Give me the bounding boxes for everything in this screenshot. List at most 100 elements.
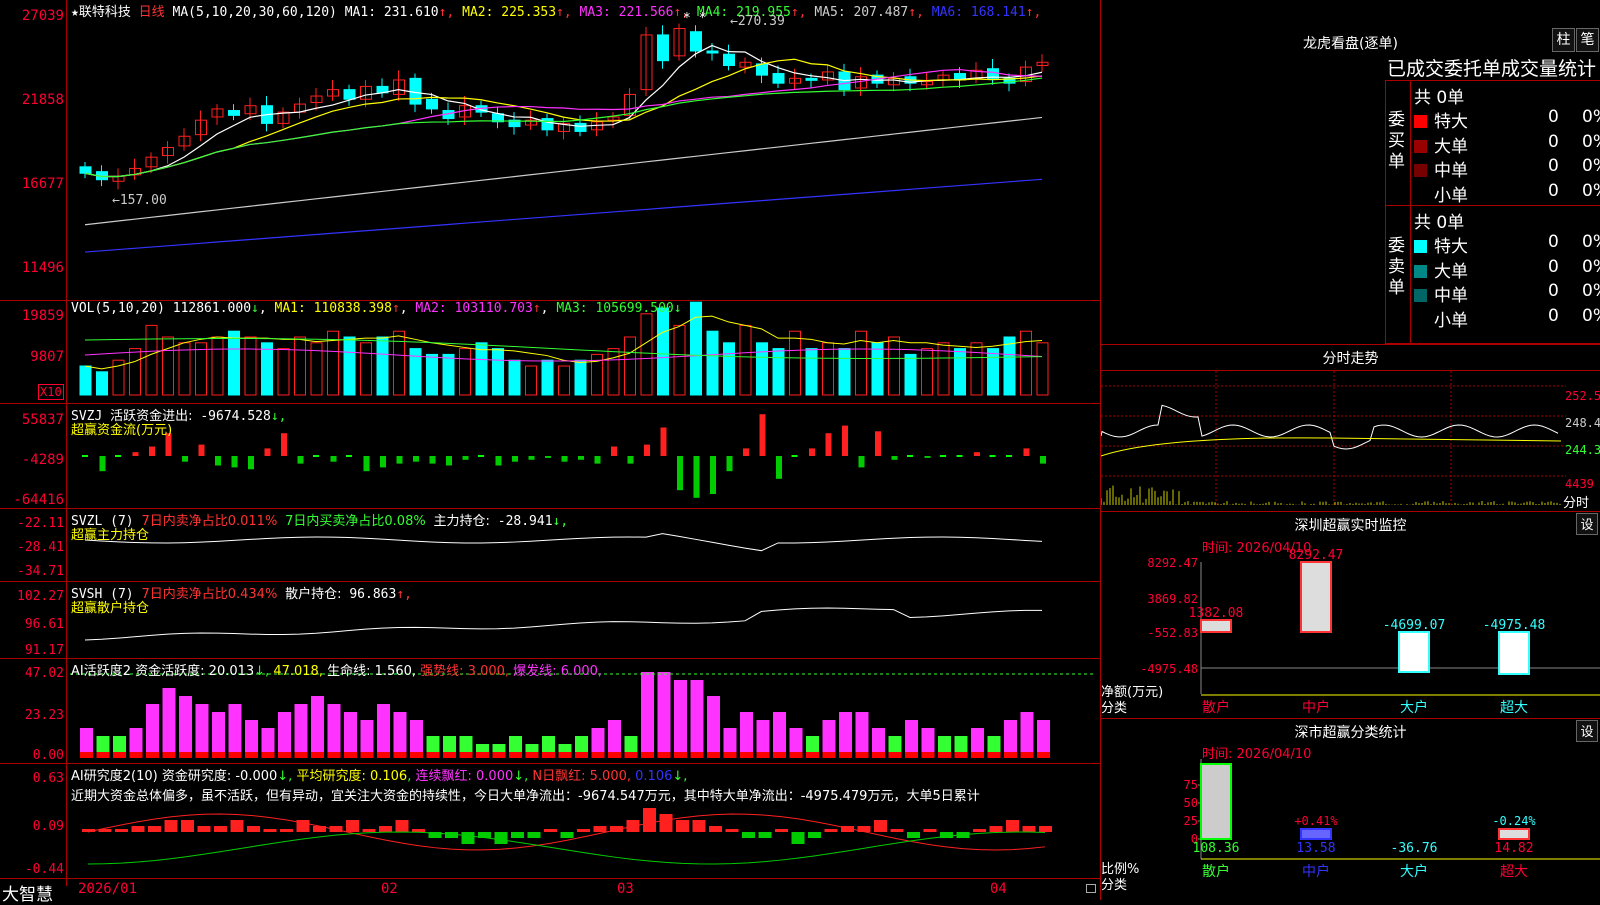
ai2-info: AI研究度2(10) 资金研究度: -0.000↓, 平均研究度: 0.106,… <box>71 765 687 784</box>
svzj-bar <box>149 447 155 457</box>
ai-activity-base <box>905 752 918 758</box>
volume-bar <box>526 366 537 395</box>
ai-activity-bar <box>295 704 308 752</box>
bar-view-button[interactable]: 柱 <box>1552 28 1575 52</box>
svzl-y-label: -22.11 <box>0 516 64 531</box>
kline-y-label: 21858 <box>0 92 64 108</box>
volume-bar <box>707 331 718 395</box>
order-row: 中单 0 0% <box>1414 156 1600 181</box>
ai-activity-base <box>311 752 324 758</box>
vol-info: VOL(5,10,20) 112861.000↓, MA1: 110838.39… <box>71 301 682 316</box>
ai-activity-base <box>790 752 803 758</box>
svzj-bar <box>298 456 304 464</box>
ai-research-bar <box>231 820 244 832</box>
high-marker: * * <box>683 11 706 26</box>
ma-value: MA3: 221.566↑, <box>572 5 689 20</box>
lhb-left-border <box>1385 80 1386 343</box>
order-type: 中单 <box>1434 286 1468 306</box>
ai-research-bar <box>1006 820 1019 832</box>
svzj-bar <box>478 455 484 457</box>
ai-activity-bar <box>377 704 390 752</box>
ma-value: MA5: 207.487↑, <box>807 5 924 20</box>
volume-bar <box>740 325 751 395</box>
kline-y-label: 27039 <box>0 8 64 24</box>
sell-total: 共 0单 <box>1414 208 1464 233</box>
ai-research-bar <box>264 829 277 832</box>
ai-activity-base <box>839 752 852 758</box>
ai-activity-base <box>394 752 407 758</box>
ai-activity-base <box>526 752 539 758</box>
brand-logo: 大智慧 <box>2 880 53 905</box>
ai-activity-base <box>559 752 572 758</box>
ai-activity-base <box>163 752 176 758</box>
ai-research-bar <box>874 820 887 832</box>
svzj-bar <box>907 455 913 457</box>
svzj-bar <box>100 456 106 471</box>
ai-research-bar <box>742 832 755 838</box>
volume-bar <box>641 314 652 395</box>
legend-swatch <box>1414 115 1427 128</box>
ai-activity-base <box>1004 752 1017 758</box>
svzj-bar <box>809 448 815 456</box>
svzj-bar <box>760 414 766 456</box>
order-type: 小单 <box>1434 186 1468 206</box>
lhb-tabs[interactable]: 已成交委托单成交量统计 <box>1387 54 1600 81</box>
ai-activity-bar <box>80 728 93 752</box>
order-type: 大单 <box>1434 137 1468 157</box>
ai-activity-base <box>344 752 357 758</box>
ai-activity-bar <box>460 736 473 752</box>
svzj-bar <box>727 456 733 471</box>
ai-activity-base <box>938 752 951 758</box>
ai-activity-bar <box>1004 720 1017 752</box>
ai-activity-base <box>130 752 143 758</box>
svzj-y-label: 55837 <box>0 412 64 428</box>
ai-research-bar <box>792 832 805 844</box>
ai-research-bar <box>1023 826 1036 832</box>
volume-bar <box>443 354 454 395</box>
ai1-y-label: 23.23 <box>0 708 64 723</box>
candle-body <box>724 54 735 65</box>
ai-research-bar <box>594 826 607 832</box>
svzj-bar <box>990 455 996 457</box>
svzj-bar <box>281 433 287 456</box>
svzj-bar <box>397 456 403 464</box>
ai-research-bar <box>775 829 788 832</box>
ai-activity-base <box>328 752 341 758</box>
order-count: 0 <box>1548 156 1559 176</box>
ai-activity-bar <box>179 696 192 752</box>
ai-activity-bar <box>971 728 984 752</box>
ai-research-bar <box>165 820 178 832</box>
fenshi-chart[interactable] <box>1101 371 1600 511</box>
volume-bar <box>674 325 685 395</box>
svzj-bar <box>611 447 617 457</box>
ai2-y-label: -0.44 <box>0 862 64 877</box>
stock-name: 联特科技 <box>79 5 131 20</box>
volume-bar <box>922 349 933 395</box>
lock-icon[interactable] <box>1086 884 1096 893</box>
candle-body <box>344 90 355 100</box>
svzj-bar <box>875 431 881 456</box>
ai-activity-base <box>592 752 605 758</box>
tick-view-button[interactable]: 笔 <box>1576 28 1599 52</box>
ai-activity-base <box>955 752 968 758</box>
ai-research-bar <box>181 820 194 832</box>
ai-activity-bar <box>905 720 918 752</box>
order-count: 0 <box>1548 181 1559 201</box>
vol-unit-badge[interactable]: X10 <box>38 384 64 400</box>
order-pct: 0% <box>1582 281 1600 301</box>
ai-activity-bar <box>1021 712 1034 752</box>
kline-info: ★联特科技 日线 MA(5,10,20,30,60,120) MA1: 231.… <box>71 1 1041 20</box>
period-label[interactable]: 日线 <box>139 5 165 20</box>
legend-swatch <box>1414 164 1427 177</box>
favorite-star-icon[interactable]: ★ <box>71 5 79 20</box>
ai-activity-bar <box>988 736 1001 752</box>
order-pct: 0% <box>1582 181 1600 201</box>
ai-research-bar <box>379 826 392 832</box>
ai-activity-bar <box>427 736 440 752</box>
ai-activity-base <box>674 752 687 758</box>
volume-bar <box>790 331 801 395</box>
ai-activity-base <box>773 752 786 758</box>
ai-activity-bar <box>707 696 720 752</box>
order-pct: 0% <box>1582 132 1600 152</box>
svzj-bar <box>957 455 963 457</box>
